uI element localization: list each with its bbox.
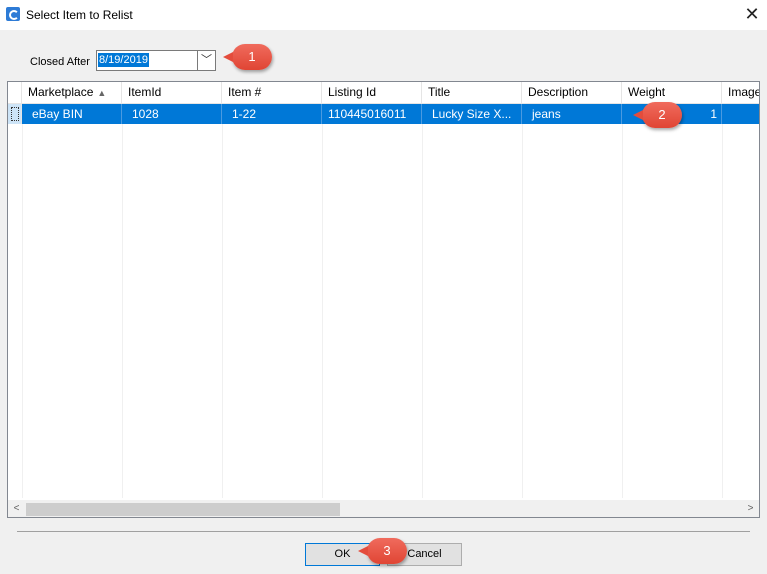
cell-image[interactable]: [722, 104, 759, 124]
column-header-marketplace[interactable]: Marketplace ▲: [22, 82, 122, 103]
grid-line: [722, 124, 723, 498]
title-bar: Select Item to Relist ✕: [0, 0, 767, 30]
window-title: Select Item to Relist: [26, 8, 133, 22]
column-header-listing-id[interactable]: Listing Id: [322, 82, 422, 103]
grid-line: [122, 124, 123, 498]
grid-line: [422, 124, 423, 498]
chevron-down-icon[interactable]: ﹀: [197, 51, 215, 70]
callout-3: 3: [358, 538, 407, 564]
column-header-itemid[interactable]: ItemId: [122, 82, 222, 103]
close-icon[interactable]: ✕: [737, 0, 767, 30]
sort-ascending-icon: ▲: [97, 88, 107, 98]
cell-title[interactable]: Lucky Size X...: [422, 104, 522, 124]
column-header-title[interactable]: Title: [422, 82, 522, 103]
grid-line: [222, 124, 223, 498]
closed-after-date-picker[interactable]: 8/19/2019 ﹀: [96, 50, 216, 71]
cell-itemid[interactable]: 1028: [122, 104, 222, 124]
row-header-corner: [8, 82, 22, 103]
callout-2: 2: [633, 102, 682, 128]
cell-description[interactable]: jeans: [522, 104, 622, 124]
column-header-item-number[interactable]: Item #: [222, 82, 322, 103]
row-selector[interactable]: [8, 104, 22, 124]
horizontal-scrollbar[interactable]: < >: [8, 500, 759, 517]
column-header-weight[interactable]: Weight: [622, 82, 722, 103]
footer-divider: [17, 531, 750, 532]
cell-marketplace[interactable]: eBay BIN: [22, 104, 122, 124]
column-header-image[interactable]: Image: [722, 82, 759, 103]
scroll-right-icon[interactable]: >: [742, 501, 759, 517]
column-header-description[interactable]: Description: [522, 82, 622, 103]
closed-after-label: Closed After: [30, 56, 90, 68]
grid-line: [22, 124, 23, 498]
grid-header: Marketplace ▲ ItemId Item # Listing Id Ti…: [8, 82, 759, 104]
callout-1: 1: [223, 44, 272, 70]
scroll-left-icon[interactable]: <: [8, 501, 25, 517]
items-grid[interactable]: Marketplace ▲ ItemId Item # Listing Id Ti…: [7, 81, 760, 518]
grid-line: [622, 124, 623, 498]
scrollbar-thumb[interactable]: [26, 503, 340, 516]
cell-listing-id[interactable]: 110445016011: [322, 104, 422, 124]
app-icon: [6, 7, 20, 21]
date-value[interactable]: 8/19/2019: [98, 53, 149, 67]
cell-item-number[interactable]: 1-22: [222, 104, 322, 124]
grid-line: [322, 124, 323, 498]
grid-line: [522, 124, 523, 498]
